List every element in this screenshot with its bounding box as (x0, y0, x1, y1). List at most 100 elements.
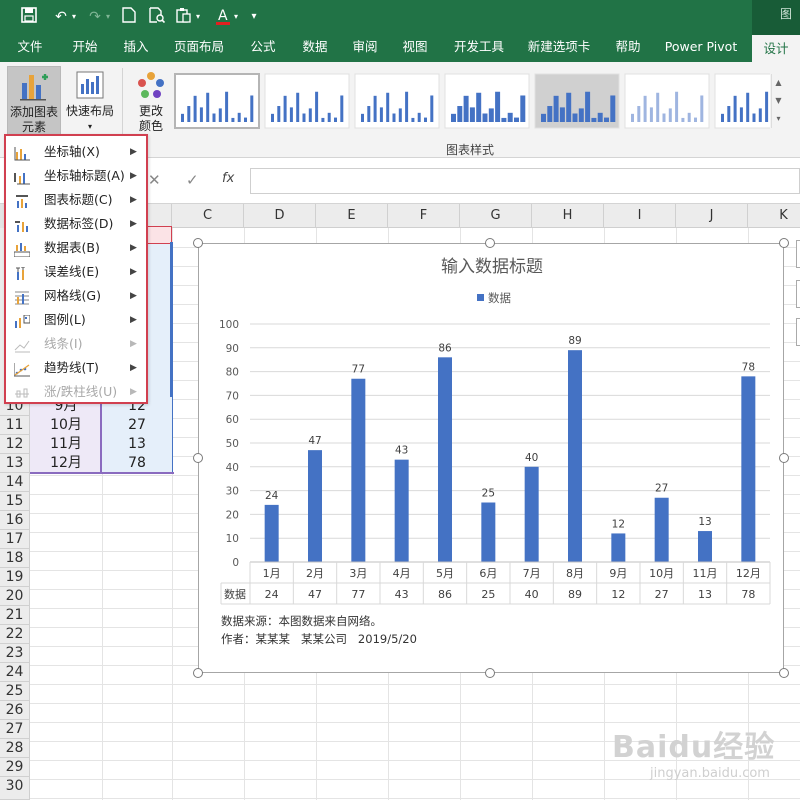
column-chart[interactable]: 输入数据标题 数据 0 10 20 30 40 50 60 70 80 90 100 24 47 77 4… (199, 244, 785, 674)
chart-object[interactable]: 输入数据标题 数据 0 10 20 30 40 50 60 70 80 90 100 24 47 77 4… (198, 243, 784, 673)
data-label[interactable]: 77 (352, 364, 365, 376)
data-table[interactable]: 数据 1月 24 2月 47 3月 77 4月 43 5月 86 6月 25 7月 40 8月 89 9月 12 10… (220, 561, 771, 605)
resize-handle[interactable] (779, 238, 789, 248)
menu-item-trendline[interactable]: 趋势线(T) ▶ (6, 356, 146, 380)
cell-month[interactable]: 10月 (30, 416, 102, 435)
font-color-dropdown-icon[interactable]: ▾ (230, 7, 242, 27)
column-header-k[interactable]: K (748, 204, 800, 228)
row-header[interactable]: 28 (0, 739, 30, 758)
menu-item-chart-title[interactable]: 图表标题(C) ▶ (6, 188, 146, 212)
resize-handle[interactable] (485, 668, 495, 678)
bar[interactable] (264, 504, 279, 562)
chart-style-gallery[interactable] (170, 62, 770, 132)
bar-series[interactable] (264, 350, 756, 563)
column-header-d[interactable]: D (244, 204, 316, 228)
cancel-icon[interactable]: ✕ (148, 171, 161, 189)
chart-style-thumbnail[interactable] (534, 73, 620, 129)
tab-design[interactable]: 设计 (752, 35, 800, 62)
bar[interactable] (654, 497, 669, 562)
chart-style-thumbnail[interactable] (354, 73, 440, 129)
row-header[interactable]: 29 (0, 758, 30, 777)
data-label[interactable]: 25 (482, 488, 495, 500)
data-label[interactable]: 43 (395, 445, 408, 457)
quick-layout-button[interactable]: 快速布局 ▾ (63, 66, 117, 136)
column-header-c[interactable]: C (172, 204, 244, 228)
row-header[interactable]: 27 (0, 720, 30, 739)
chart-style-thumbnail[interactable] (444, 73, 530, 129)
resize-handle[interactable] (779, 668, 789, 678)
menu-item-axes[interactable]: 坐标轴(X) ▶ (6, 140, 146, 164)
row-header[interactable]: 20 (0, 587, 30, 606)
gallery-down-icon[interactable]: ▼ (772, 92, 785, 110)
tab-file[interactable]: 文件 (10, 35, 50, 62)
row-header[interactable]: 15 (0, 492, 30, 511)
row-header[interactable]: 18 (0, 549, 30, 568)
chart-style-thumbnail[interactable] (624, 73, 710, 129)
data-label[interactable]: 78 (742, 361, 755, 373)
row-header[interactable]: 14 (0, 473, 30, 492)
tab-view[interactable]: 视图 (394, 35, 436, 62)
tab-power-pivot[interactable]: Power Pivot (660, 35, 742, 62)
bar[interactable] (481, 502, 496, 563)
data-label[interactable]: 27 (655, 483, 668, 495)
bar[interactable] (438, 357, 452, 562)
tab-data[interactable]: 数据 (294, 35, 336, 62)
column-header-f[interactable]: F (388, 204, 460, 228)
row-header[interactable]: 25 (0, 682, 30, 701)
cell-value[interactable]: 13 (102, 435, 172, 454)
gallery-more-icon[interactable]: ▾ (772, 110, 785, 128)
column-header-j[interactable]: J (676, 204, 748, 228)
y-axis-labels[interactable]: 0 10 20 30 40 50 60 70 80 90 100 (219, 319, 239, 569)
chart-style-thumbnail[interactable] (264, 73, 350, 129)
chart-style-thumbnail[interactable] (174, 73, 260, 129)
menu-item-data-table[interactable]: 数据表(B) ▶ (6, 236, 146, 260)
data-label[interactable]: 24 (265, 490, 279, 502)
menu-item-gridlines[interactable]: 网格线(G) ▶ (6, 284, 146, 308)
resize-handle[interactable] (193, 238, 203, 248)
customize-toolbar-icon[interactable]: ▾ (246, 7, 262, 27)
chart-style-thumbnail[interactable] (714, 73, 770, 129)
row-header[interactable]: 24 (0, 663, 30, 682)
bar[interactable] (698, 531, 712, 562)
insert-function-icon[interactable]: fx (222, 171, 234, 186)
row-header[interactable]: 26 (0, 701, 30, 720)
paste-icon[interactable] (172, 7, 194, 27)
data-label[interactable]: 13 (698, 516, 711, 528)
data-labels[interactable]: 24 47 77 43 86 25 40 89 12 27 13 78 (265, 335, 755, 530)
legend-label[interactable]: 数据 (488, 291, 511, 305)
cell-value[interactable]: 78 (102, 454, 172, 473)
row-header[interactable]: 22 (0, 625, 30, 644)
row-header[interactable]: 23 (0, 644, 30, 663)
menu-item-error-bars[interactable]: 误差线(E) ▶ (6, 260, 146, 284)
paste-dropdown-icon[interactable]: ▾ (192, 7, 204, 27)
tab-insert[interactable]: 插入 (115, 35, 157, 62)
change-colors-button[interactable]: 更改 颜色 (126, 66, 176, 136)
chart-elements-side-button[interactable] (796, 240, 800, 268)
save-icon[interactable] (18, 7, 40, 27)
enter-icon[interactable]: ✓ (186, 171, 199, 189)
row-header[interactable]: 30 (0, 777, 30, 800)
formula-input[interactable] (250, 168, 800, 194)
row-header[interactable]: 17 (0, 530, 30, 549)
data-label[interactable]: 86 (438, 342, 452, 354)
gallery-up-icon[interactable]: ▲ (772, 74, 785, 92)
tab-formulas[interactable]: 公式 (242, 35, 284, 62)
bar[interactable] (741, 376, 756, 562)
bar[interactable] (611, 533, 626, 562)
resize-handle[interactable] (485, 238, 495, 248)
menu-item-legend[interactable]: 图例(L) ▶ (6, 308, 146, 332)
data-label[interactable]: 12 (612, 518, 625, 530)
column-header-h[interactable]: H (532, 204, 604, 228)
column-header-g[interactable]: G (460, 204, 532, 228)
bar[interactable] (568, 350, 582, 562)
bar[interactable] (308, 450, 322, 562)
tab-review[interactable]: 审阅 (344, 35, 386, 62)
menu-item-data-labels[interactable]: 数据标签(D) ▶ (6, 212, 146, 236)
resize-handle[interactable] (193, 668, 203, 678)
resize-handle[interactable] (193, 453, 203, 463)
chart-title[interactable]: 输入数据标题 (441, 257, 543, 277)
row-header[interactable]: 21 (0, 606, 30, 625)
cell-month[interactable]: 12月 (30, 454, 102, 473)
bar[interactable] (351, 378, 366, 562)
column-header-e[interactable]: E (316, 204, 388, 228)
